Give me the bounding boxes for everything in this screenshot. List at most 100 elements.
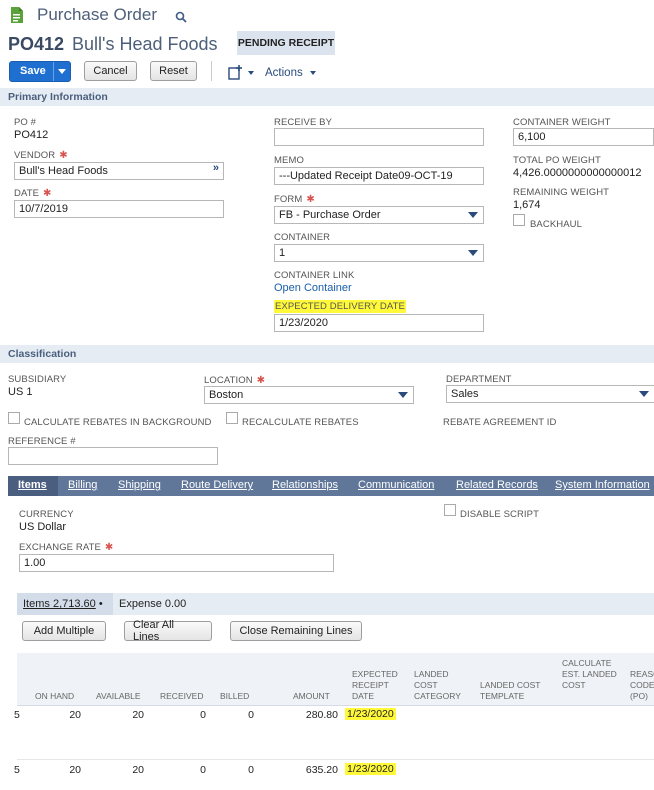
reference-label: REFERENCE # — [8, 436, 76, 447]
row-billed: 0 — [248, 709, 254, 721]
backhaul-label: BACKHAUL — [530, 219, 583, 230]
receive-by-field[interactable] — [274, 128, 484, 146]
row-lead-value: 5 — [14, 764, 20, 776]
row-received: 0 — [200, 709, 206, 721]
row-expected-receipt-date: 1/23/2020 — [345, 763, 396, 775]
container-weight-field[interactable]: 6,100 — [513, 128, 654, 146]
row-amount: 280.80 — [305, 709, 338, 721]
reset-button[interactable]: Reset — [150, 61, 197, 81]
cancel-button[interactable]: Cancel — [84, 61, 137, 81]
chevron-down-icon[interactable] — [58, 69, 66, 74]
subsidiary-label: SUBSIDIARY — [8, 374, 67, 385]
chevron-down-icon — [468, 250, 478, 256]
add-multiple-button[interactable]: Add Multiple — [22, 621, 106, 641]
exchange-rate-label: EXCHANGE RATE ✱ — [19, 542, 114, 553]
col-received: RECEIVED — [160, 691, 204, 701]
tab-communication[interactable]: Communication — [358, 479, 434, 491]
location-label: LOCATION ✱ — [204, 375, 266, 386]
page-title: Purchase Order — [37, 5, 157, 24]
tab-billing[interactable]: Billing — [68, 479, 97, 491]
chevron-down-icon — [468, 212, 478, 218]
reference-field[interactable] — [8, 447, 218, 465]
save-button-label: Save — [20, 65, 46, 77]
actions-menu[interactable]: Actions — [265, 67, 316, 79]
classification-header[interactable]: Classification — [0, 345, 654, 363]
chevron-down-icon — [639, 391, 649, 397]
col-landed-cost-template: LANDED COST TEMPLATE — [480, 680, 541, 701]
department-select[interactable]: Sales — [446, 385, 654, 403]
col-calculate-est-landed-cost: CALCULATE EST. LANDED COST — [562, 658, 617, 690]
row-on-hand: 20 — [69, 764, 81, 776]
open-container-link[interactable]: Open Container — [274, 282, 352, 294]
clear-all-lines-button[interactable]: Clear All Lines — [124, 619, 212, 643]
currency-value: US Dollar — [19, 521, 67, 533]
row-billed: 0 — [248, 764, 254, 776]
remaining-weight-label: REMAINING WEIGHT — [513, 187, 610, 198]
calculate-rebates-checkbox[interactable] — [8, 412, 20, 424]
record-icon — [10, 6, 24, 24]
disable-script-checkbox[interactable] — [444, 504, 456, 516]
col-billed: BILLED — [220, 691, 250, 701]
total-po-weight-value: 4,426.0000000000000012 — [513, 167, 642, 179]
vendor-label: VENDOR ✱ — [14, 150, 68, 161]
close-remaining-lines-button[interactable]: Close Remaining Lines — [230, 621, 362, 641]
tab-related-records[interactable]: Related Records — [456, 479, 538, 491]
row-expected-receipt-date: 1/23/2020 — [345, 708, 396, 720]
subtab-items[interactable]: Items 2,713.60 • — [23, 598, 103, 610]
recalculate-rebates-checkbox[interactable] — [226, 412, 238, 424]
chevron-down-icon[interactable] — [248, 71, 254, 75]
toolbar-divider — [211, 61, 212, 81]
container-label: CONTAINER — [274, 232, 331, 243]
row-amount: 635.20 — [305, 764, 338, 776]
location-select[interactable]: Boston — [204, 386, 414, 404]
row-available: 20 — [132, 764, 144, 776]
tab-route-delivery[interactable]: Route Delivery — [181, 479, 253, 491]
tab-system-information[interactable]: System Information — [555, 479, 650, 491]
row-available: 20 — [132, 709, 144, 721]
primary-information-header[interactable]: Primary Information — [0, 88, 654, 106]
memo-label: MEMO — [274, 155, 304, 166]
subtab-bar: Items Billing Shipping Route Delivery Re… — [8, 476, 654, 496]
col-amount: AMOUNT — [293, 691, 330, 701]
container-link-label: CONTAINER LINK — [274, 270, 355, 281]
memo-field[interactable]: ---Updated Receipt Date09-OCT-19 — [274, 167, 484, 185]
po-number-value: PO412 — [14, 129, 49, 141]
expected-delivery-date-field[interactable]: 1/23/2020 — [274, 314, 484, 332]
chevron-down-icon — [398, 392, 408, 398]
tab-relationships[interactable]: Relationships — [272, 479, 338, 491]
exchange-rate-field[interactable]: 1.00 — [19, 554, 334, 572]
record-number: PO412 — [8, 34, 65, 54]
calculate-rebates-label: CALCULATE REBATES IN BACKGROUND — [24, 417, 212, 428]
form-select[interactable]: FB - Purchase Order — [274, 206, 484, 224]
tab-items[interactable]: Items — [18, 479, 47, 491]
record-vendor-name: Bull's Head Foods — [72, 34, 218, 54]
double-chevron-icon: » — [212, 162, 219, 174]
row-received: 0 — [200, 764, 206, 776]
search-icon[interactable] — [175, 11, 187, 23]
receive-by-label: RECEIVE BY — [274, 117, 333, 128]
expected-delivery-date-label: EXPECTED DELIVERY DATE — [274, 300, 406, 313]
remaining-weight-value: 1,674 — [513, 199, 541, 211]
col-expected-receipt-date: EXPECTED RECEIPT DATE — [352, 669, 398, 701]
date-field[interactable]: 10/7/2019 — [14, 200, 224, 218]
row-on-hand: 20 — [69, 709, 81, 721]
container-select[interactable]: 1 — [274, 244, 484, 262]
tab-shipping[interactable]: Shipping — [118, 479, 161, 491]
date-label: DATE ✱ — [14, 188, 52, 199]
new-record-icon[interactable] — [228, 64, 244, 80]
col-available: AVAILABLE — [96, 691, 141, 701]
save-button[interactable]: Save — [9, 61, 71, 82]
vendor-field[interactable]: Bull's Head Foods » — [14, 162, 224, 180]
col-on-hand: ON HAND — [35, 691, 75, 701]
backhaul-checkbox[interactable] — [513, 214, 525, 226]
subsidiary-value: US 1 — [8, 386, 33, 398]
status-badge: PENDING RECEIPT — [237, 31, 335, 55]
chevron-down-icon — [309, 70, 316, 75]
po-number-label: PO # — [14, 117, 37, 128]
subtab-expense[interactable]: Expense 0.00 — [119, 598, 186, 610]
row-lead-value: 5 — [14, 709, 20, 721]
col-landed-cost-category: LANDED COST CATEGORY — [414, 669, 461, 701]
disable-script-label: DISABLE SCRIPT — [460, 509, 540, 520]
department-label: DEPARTMENT — [446, 374, 512, 385]
recalculate-rebates-label: RECALCULATE REBATES — [242, 417, 359, 428]
